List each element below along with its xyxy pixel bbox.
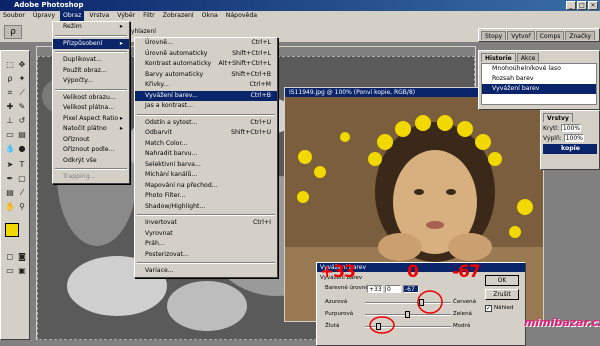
watermark: mimibazar.cz [524,316,600,329]
annotation-circle-yellow-blue [369,316,395,334]
annotation-circles [369,290,443,334]
annotation-circle-cyan-red [417,290,443,314]
